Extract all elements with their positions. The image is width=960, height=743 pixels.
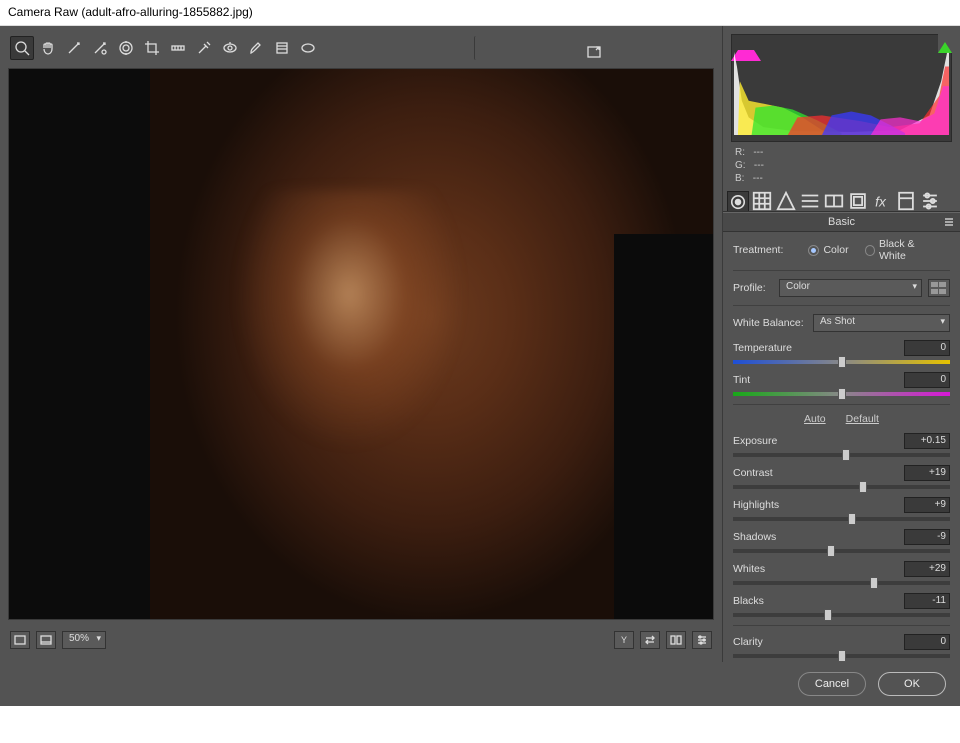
tab-basic[interactable] bbox=[727, 191, 749, 211]
radial-filter-tool[interactable] bbox=[296, 36, 320, 60]
histogram-graph bbox=[734, 47, 949, 135]
before-after-swap-button[interactable] bbox=[640, 631, 660, 649]
profile-select[interactable]: Color bbox=[779, 279, 922, 297]
graduated-filter-tool[interactable] bbox=[270, 36, 294, 60]
zoom-select[interactable]: 50% bbox=[62, 631, 106, 649]
panel-tabs: fx bbox=[723, 191, 960, 212]
app-frame: 50% Y bbox=[0, 26, 960, 706]
clarity-slider[interactable] bbox=[733, 654, 950, 658]
tab-calibration[interactable] bbox=[895, 191, 917, 211]
rgb-readout: R: --- G: --- B: --- bbox=[735, 146, 952, 185]
treatment-bw-radio[interactable]: Black & White bbox=[865, 238, 940, 262]
crop-tool[interactable] bbox=[140, 36, 164, 60]
tab-presets[interactable] bbox=[919, 191, 941, 211]
ok-button[interactable]: OK bbox=[878, 672, 946, 696]
profile-label: Profile: bbox=[733, 282, 773, 294]
hand-tool[interactable] bbox=[36, 36, 60, 60]
tab-detail[interactable] bbox=[775, 191, 797, 211]
temperature-label: Temperature bbox=[733, 342, 904, 354]
tab-split-toning[interactable] bbox=[823, 191, 845, 211]
white-balance-tool[interactable] bbox=[62, 36, 86, 60]
before-after-copy-button[interactable] bbox=[666, 631, 686, 649]
before-after-y-button[interactable]: Y bbox=[614, 631, 634, 649]
spot-removal-tool[interactable] bbox=[192, 36, 216, 60]
panel-header: Basic bbox=[723, 212, 960, 232]
temperature-value[interactable]: 0 bbox=[904, 340, 950, 356]
contrast-label: Contrast bbox=[733, 467, 904, 479]
white-balance-select[interactable]: As Shot bbox=[813, 314, 950, 332]
auto-link[interactable]: Auto bbox=[804, 413, 826, 425]
left-pane: 50% Y bbox=[0, 26, 722, 662]
zoom-tool[interactable] bbox=[10, 36, 34, 60]
histogram[interactable] bbox=[731, 34, 952, 142]
tab-lens[interactable] bbox=[847, 191, 869, 211]
right-panel: R: --- G: --- B: --- fx Basic bbox=[722, 26, 960, 662]
clarity-label: Clarity bbox=[733, 636, 904, 648]
treatment-color-radio[interactable]: Color bbox=[808, 244, 848, 256]
blacks-label: Blacks bbox=[733, 595, 904, 607]
toggle-fullscreen[interactable] bbox=[474, 36, 712, 60]
shadows-slider[interactable] bbox=[733, 549, 950, 553]
treatment-label: Treatment: bbox=[733, 244, 802, 256]
adjustment-brush-tool[interactable] bbox=[244, 36, 268, 60]
filmstrip-view-button[interactable] bbox=[36, 631, 56, 649]
contrast-slider[interactable] bbox=[733, 485, 950, 489]
single-view-button[interactable] bbox=[10, 631, 30, 649]
shadows-value[interactable]: -9 bbox=[904, 529, 950, 545]
tint-value[interactable]: 0 bbox=[904, 372, 950, 388]
preferences-button[interactable] bbox=[692, 631, 712, 649]
top-toolbar bbox=[8, 34, 714, 62]
bottom-toolbar: 50% Y bbox=[8, 626, 714, 654]
exposure-label: Exposure bbox=[733, 435, 904, 447]
whites-value[interactable]: +29 bbox=[904, 561, 950, 577]
basic-panel-body: Treatment: Color Black & White Profile: … bbox=[723, 232, 960, 662]
whites-label: Whites bbox=[733, 563, 904, 575]
highlights-label: Highlights bbox=[733, 499, 904, 511]
profile-browser-button[interactable] bbox=[928, 279, 950, 297]
highlights-slider[interactable] bbox=[733, 517, 950, 521]
tint-slider[interactable] bbox=[733, 392, 950, 396]
color-sampler-tool[interactable] bbox=[88, 36, 112, 60]
tab-curve[interactable] bbox=[751, 191, 773, 211]
tint-label: Tint bbox=[733, 374, 904, 386]
panel-title: Basic bbox=[828, 216, 855, 228]
svg-text:fx: fx bbox=[875, 195, 887, 210]
straighten-tool[interactable] bbox=[166, 36, 190, 60]
cancel-button[interactable]: Cancel bbox=[798, 672, 866, 696]
whites-slider[interactable] bbox=[733, 581, 950, 585]
panel-menu-icon[interactable] bbox=[944, 217, 954, 230]
exposure-value[interactable]: +0.15 bbox=[904, 433, 950, 449]
blacks-value[interactable]: -11 bbox=[904, 593, 950, 609]
preview-image-placeholder bbox=[9, 69, 713, 619]
red-eye-tool[interactable] bbox=[218, 36, 242, 60]
targeted-adjustment-tool[interactable] bbox=[114, 36, 138, 60]
tab-effects[interactable]: fx bbox=[871, 191, 893, 211]
default-link[interactable]: Default bbox=[846, 413, 879, 425]
contrast-value[interactable]: +19 bbox=[904, 465, 950, 481]
window-title: Camera Raw (adult-afro-alluring-1855882.… bbox=[8, 5, 253, 19]
dialog-footer: Cancel OK bbox=[0, 662, 960, 706]
white-balance-label: White Balance: bbox=[733, 317, 807, 329]
window-titlebar: Camera Raw (adult-afro-alluring-1855882.… bbox=[0, 0, 960, 26]
tab-hsl[interactable] bbox=[799, 191, 821, 211]
highlights-value[interactable]: +9 bbox=[904, 497, 950, 513]
blacks-slider[interactable] bbox=[733, 613, 950, 617]
clarity-value[interactable]: 0 bbox=[904, 634, 950, 650]
shadows-label: Shadows bbox=[733, 531, 904, 543]
exposure-slider[interactable] bbox=[733, 453, 950, 457]
image-preview[interactable] bbox=[8, 68, 714, 620]
temperature-slider[interactable] bbox=[733, 360, 950, 364]
